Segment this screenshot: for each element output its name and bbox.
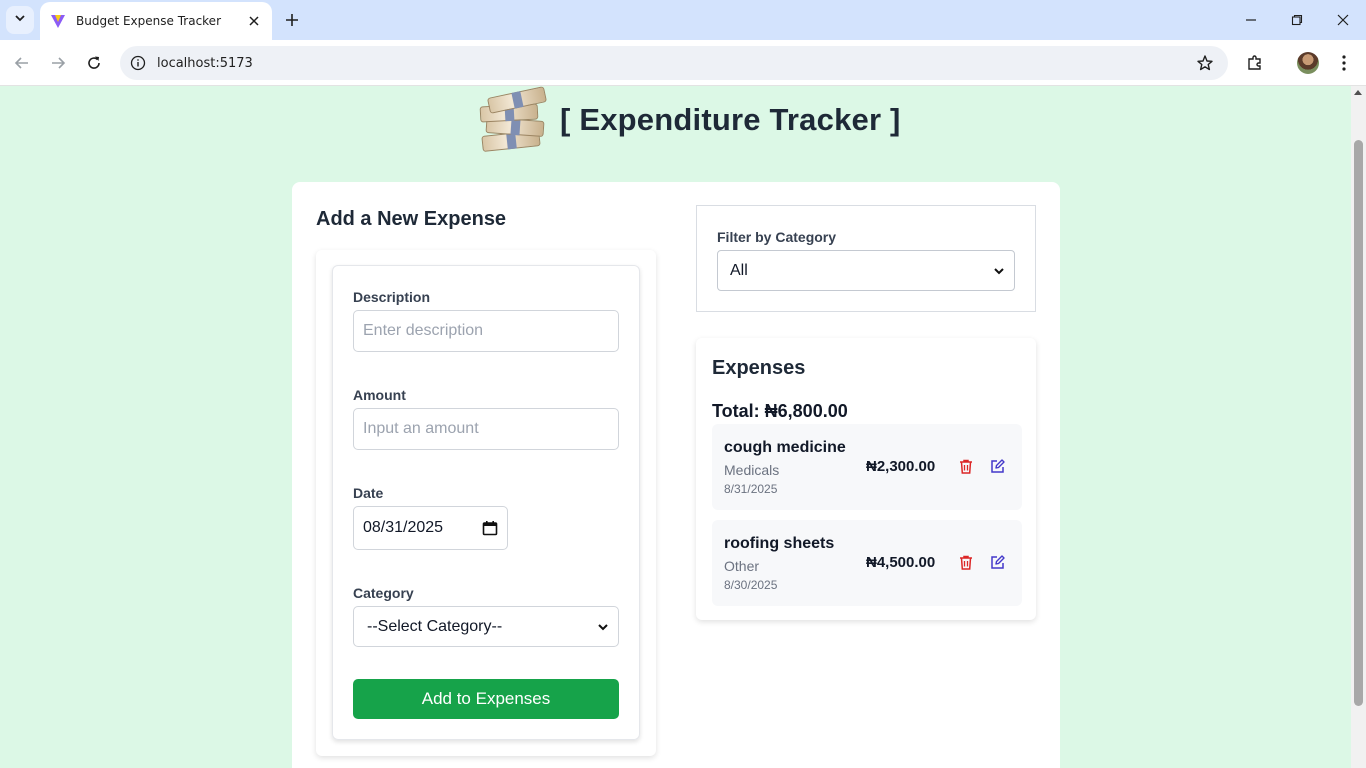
- form-heading: Add a New Expense: [316, 208, 507, 230]
- description-input[interactable]: [353, 310, 619, 352]
- star-icon[interactable]: [1196, 54, 1214, 72]
- page-title: [ Expenditure Tracker ]: [560, 102, 901, 137]
- restore-icon[interactable]: [1285, 8, 1309, 32]
- forward-icon[interactable]: [46, 51, 70, 75]
- trash-icon[interactable]: [958, 458, 974, 474]
- extensions-icon[interactable]: [1243, 51, 1267, 75]
- scroll-thumb[interactable]: [1354, 140, 1363, 706]
- expense-category: Other: [724, 558, 760, 574]
- filter-selected: All: [730, 261, 748, 279]
- category-label: Category: [353, 585, 414, 601]
- expenses-panel: Expenses Total: ₦6,800.00 cough medicine…: [696, 338, 1036, 620]
- plus-icon[interactable]: [282, 10, 302, 30]
- url-text: localhost:5173: [157, 55, 253, 71]
- browser-tab[interactable]: Budget Expense Tracker: [40, 2, 272, 40]
- expense-form-container: Description Amount Date 08/31/2025 Categ…: [316, 250, 656, 756]
- chevron-down-icon: [14, 11, 26, 29]
- filter-label: Filter by Category: [717, 229, 837, 245]
- close-icon[interactable]: [246, 13, 262, 29]
- expense-amount: ₦4,500.00: [866, 554, 936, 571]
- amount-input[interactable]: [353, 408, 619, 450]
- expense-date: 8/30/2025: [724, 578, 778, 592]
- avatar[interactable]: [1296, 51, 1320, 75]
- minimize-icon[interactable]: [1239, 8, 1263, 32]
- info-icon[interactable]: [130, 55, 146, 71]
- reload-icon[interactable]: [82, 51, 106, 75]
- main-card: Add a New Expense Description Amount Dat…: [292, 182, 1060, 768]
- chevron-down-icon: [597, 621, 609, 633]
- expense-amount: ₦2,300.00: [866, 458, 936, 475]
- expense-date: 8/31/2025: [724, 482, 778, 496]
- category-select[interactable]: --Select Category--: [353, 606, 619, 647]
- more-icon[interactable]: [1332, 51, 1356, 75]
- close-window-icon[interactable]: [1331, 8, 1355, 32]
- edit-icon[interactable]: [989, 458, 1005, 474]
- expense-description: cough medicine: [724, 439, 846, 456]
- calendar-icon[interactable]: [482, 520, 498, 536]
- scroll-up-arrow-icon[interactable]: [1354, 90, 1362, 95]
- expense-description: roofing sheets: [724, 535, 835, 552]
- page-scrollbar[interactable]: [1351, 86, 1366, 768]
- expenses-heading: Expenses: [712, 357, 806, 379]
- vite-favicon-icon: [50, 13, 66, 29]
- back-icon[interactable]: [10, 51, 34, 75]
- browser-tab-strip: Budget Expense Tracker: [0, 0, 1366, 40]
- amount-label: Amount: [353, 387, 406, 403]
- trash-icon[interactable]: [958, 554, 974, 570]
- expense-item: roofing sheets Other 8/30/2025 ₦4,500.00: [712, 520, 1022, 606]
- date-value: 08/31/2025: [363, 519, 444, 536]
- expense-category: Medicals: [724, 462, 780, 478]
- expense-item: cough medicine Medicals 8/31/2025 ₦2,300…: [712, 424, 1022, 510]
- expense-form: Description Amount Date 08/31/2025 Categ…: [332, 265, 640, 740]
- page-header: [ Expenditure Tracker ]: [476, 86, 901, 154]
- browser-toolbar: localhost:5173: [0, 40, 1366, 86]
- chevron-down-icon: [993, 265, 1005, 277]
- add-expense-button[interactable]: Add to Expenses: [353, 679, 619, 719]
- date-label: Date: [353, 485, 384, 501]
- description-label: Description: [353, 289, 431, 305]
- category-selected: --Select Category--: [367, 617, 503, 635]
- filter-panel: Filter by Category All: [696, 205, 1036, 312]
- money-stack-logo: [476, 86, 548, 153]
- expenses-total: Total: ₦6,800.00: [712, 401, 848, 421]
- filter-category-select[interactable]: All: [717, 250, 1015, 291]
- date-input[interactable]: 08/31/2025: [353, 506, 508, 550]
- tab-title: Budget Expense Tracker: [76, 14, 222, 28]
- tab-search-button[interactable]: [6, 6, 34, 34]
- address-bar[interactable]: localhost:5173: [120, 46, 1228, 80]
- edit-icon[interactable]: [989, 554, 1005, 570]
